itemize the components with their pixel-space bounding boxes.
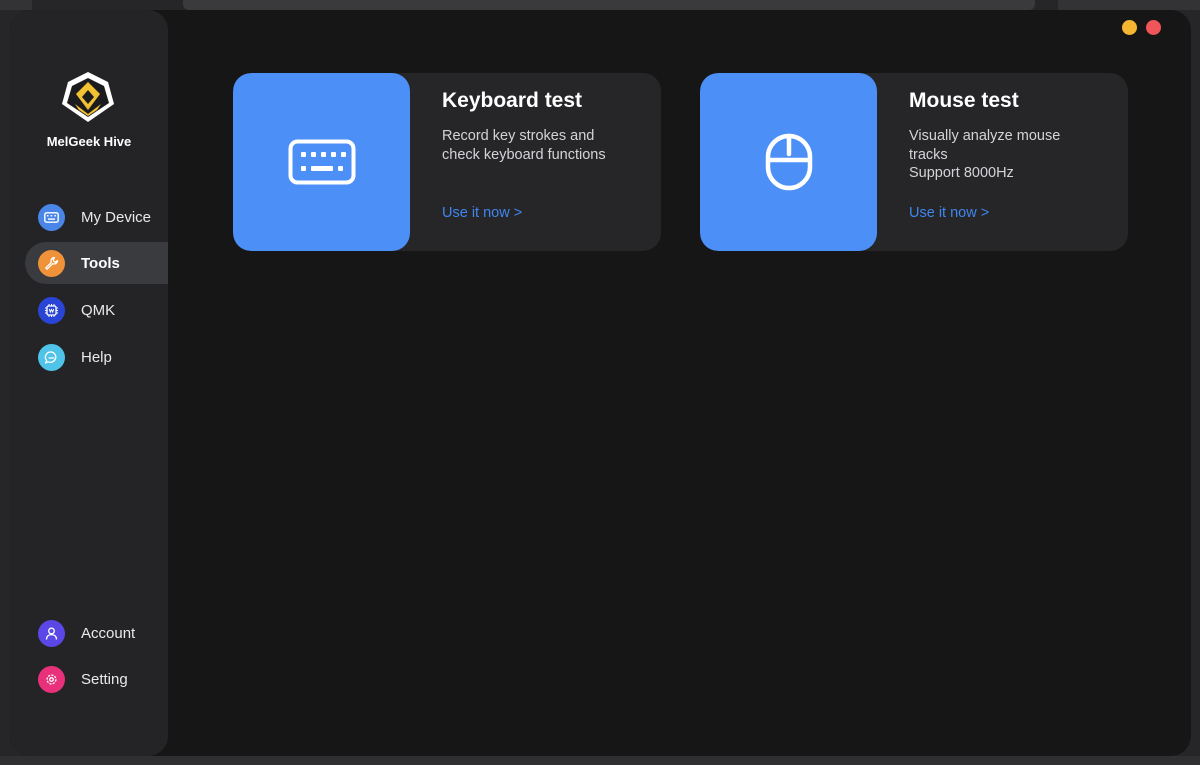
chat-bubble-icon bbox=[38, 343, 65, 371]
card-description: Visually analyze mouse tracks Support 80… bbox=[909, 127, 1109, 183]
background-window-edge bbox=[183, 0, 1035, 10]
app-window: MelGeek Hive My Device Tools QMK Help Ac… bbox=[10, 10, 1191, 756]
taskbar-edge bbox=[0, 756, 1200, 765]
card-description-line: tracks bbox=[909, 146, 948, 163]
sidebar-item-tools[interactable]: Tools bbox=[25, 242, 168, 284]
background-window-edge bbox=[0, 0, 32, 10]
mouse-icon bbox=[700, 73, 877, 251]
sidebar-item-label: QMK bbox=[81, 301, 116, 319]
keyboard-test-use-link[interactable]: Use it now > bbox=[442, 205, 522, 221]
sidebar-item-account[interactable]: Account bbox=[25, 612, 168, 654]
close-button[interactable] bbox=[1146, 20, 1161, 35]
sidebar-item-help[interactable]: Help bbox=[25, 336, 168, 378]
mouse-test-card[interactable]: Mouse test Visually analyze mouse tracks… bbox=[700, 73, 1128, 251]
card-title: Keyboard test bbox=[442, 89, 583, 112]
card-title: Mouse test bbox=[909, 89, 1019, 112]
sidebar-item-label: Tools bbox=[81, 254, 120, 272]
card-description-line: Visually analyze mouse bbox=[909, 128, 1061, 144]
sidebar-item-label: Setting bbox=[81, 670, 128, 688]
mouse-test-use-link[interactable]: Use it now > bbox=[909, 205, 989, 221]
sidebar-item-my-device[interactable]: My Device bbox=[25, 196, 168, 238]
wrench-icon bbox=[38, 249, 65, 277]
card-description-line: Record key strokes and bbox=[442, 128, 595, 144]
gear-icon bbox=[38, 665, 65, 693]
melgeek-logo-icon bbox=[59, 70, 117, 124]
sidebar-item-label: Help bbox=[81, 348, 112, 366]
card-description-line: Support 8000Hz bbox=[909, 165, 1014, 181]
sidebar-item-qmk[interactable]: QMK bbox=[25, 289, 168, 331]
card-description: Record key strokes and check keyboard fu… bbox=[442, 127, 642, 164]
sidebar-item-setting[interactable]: Setting bbox=[25, 658, 168, 700]
brand-name: MelGeek Hive bbox=[46, 134, 132, 149]
keyboard-icon bbox=[233, 73, 410, 251]
chip-icon bbox=[38, 296, 65, 324]
keyboard-test-card[interactable]: Keyboard test Record key strokes and che… bbox=[233, 73, 661, 251]
card-description-line: check keyboard functions bbox=[442, 146, 606, 163]
minimize-button[interactable] bbox=[1122, 20, 1137, 35]
background-window-edge bbox=[1058, 0, 1200, 10]
user-icon bbox=[38, 619, 65, 647]
keyboard-icon bbox=[38, 203, 65, 231]
sidebar: MelGeek Hive My Device Tools QMK Help Ac… bbox=[10, 10, 168, 756]
sidebar-item-label: My Device bbox=[81, 208, 152, 226]
sidebar-item-label: Account bbox=[81, 624, 136, 642]
